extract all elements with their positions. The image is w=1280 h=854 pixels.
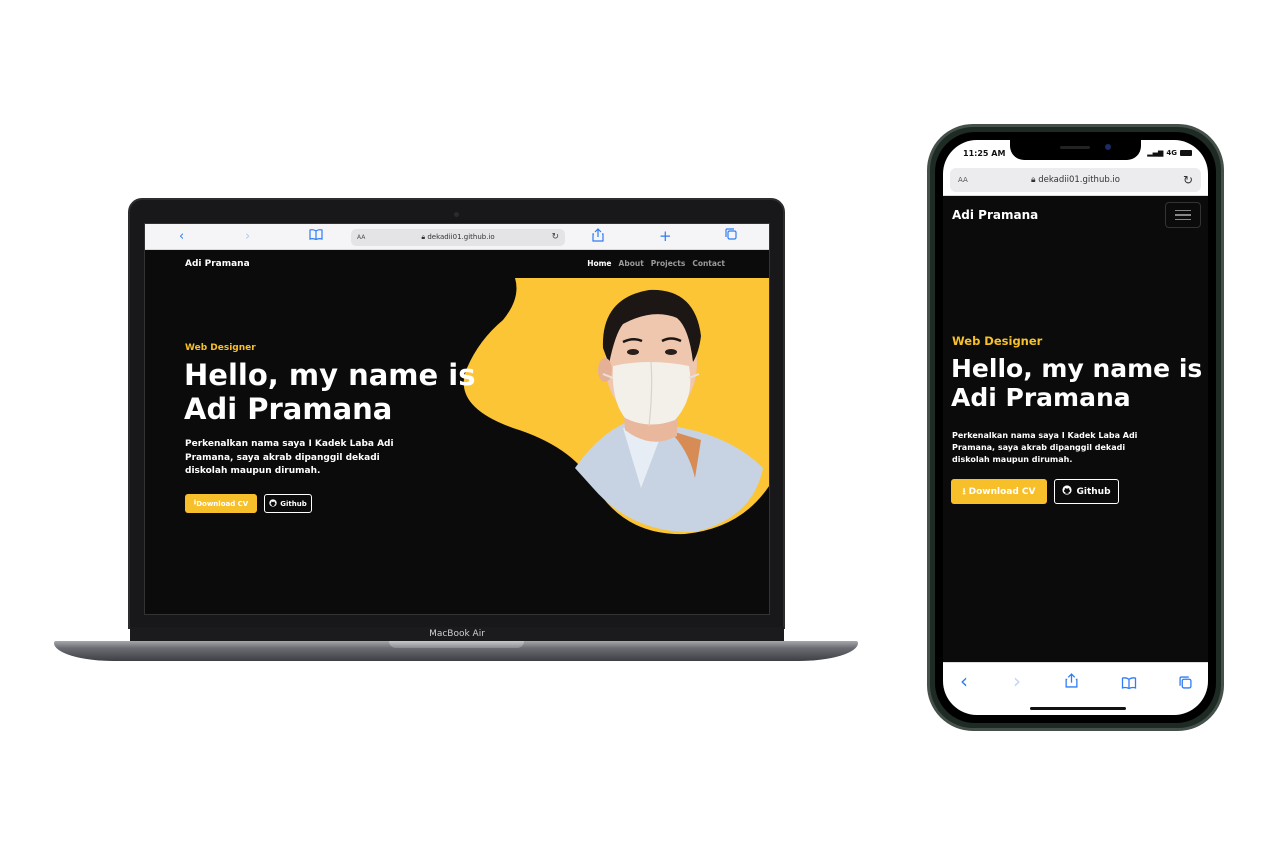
laptop-camera xyxy=(454,212,459,217)
site-brand[interactable]: Adi Pramana xyxy=(185,259,250,269)
back-icon[interactable]: ‹ xyxy=(179,228,184,246)
github-icon xyxy=(1062,485,1073,498)
laptop-screen: ‹ › AA 🔒︎ dekadii01.github.io ↻ + Adi Pr… xyxy=(144,223,770,615)
bookmarks-icon[interactable] xyxy=(1121,675,1137,693)
forward-icon[interactable]: › xyxy=(245,228,250,246)
signal-icon: ▂▄▆ xyxy=(1147,149,1164,157)
download-icon: ⭳ xyxy=(962,486,966,497)
network-label: 4G xyxy=(1166,149,1177,157)
hero-description-line3: diskolah maupun dirumah. xyxy=(185,466,321,476)
hero-description-line2: Pramana, saya akrab dipanggil dekadi xyxy=(952,443,1126,452)
hero-headline-line2: Adi Pramana xyxy=(184,391,393,426)
site-brand[interactable]: Adi Pramana xyxy=(952,208,1038,222)
phone-url-row: AA 🔒︎ dekadii01.github.io ↻ xyxy=(943,166,1208,196)
reload-icon[interactable]: ↻ xyxy=(551,229,559,246)
menu-bar xyxy=(1175,209,1191,212)
site-navbar: Adi Pramana Home About Projects Contact xyxy=(145,250,769,278)
hero-description-line3: diskolah maupun dirumah. xyxy=(952,455,1073,464)
phone-browser-bottom-bar: ‹ › xyxy=(943,662,1208,715)
nav-contact[interactable]: Contact xyxy=(692,259,725,268)
github-button[interactable]: Github xyxy=(264,494,312,513)
status-indicators: ▂▄▆ 4G xyxy=(1147,149,1192,157)
new-tab-icon[interactable]: + xyxy=(659,227,672,245)
back-icon[interactable]: ‹ xyxy=(960,669,968,693)
hero-description-line1: Perkenalkan nama saya I Kadek Laba Adi xyxy=(952,431,1138,440)
download-cv-button[interactable]: ⭳ Download CV xyxy=(951,479,1047,504)
reload-icon[interactable]: ↻ xyxy=(1183,168,1193,192)
nav-projects[interactable]: Projects xyxy=(651,259,686,268)
download-cv-label: Download CV xyxy=(968,486,1036,497)
nav-home[interactable]: Home xyxy=(587,259,611,268)
nav-about[interactable]: About xyxy=(619,259,644,268)
menu-bar xyxy=(1175,214,1191,216)
laptop-model-label: MacBook Air xyxy=(130,627,784,641)
laptop-hinge-notch xyxy=(389,641,524,648)
phone-notch xyxy=(1010,140,1141,160)
github-label: Github xyxy=(280,499,307,508)
phone-camera xyxy=(1105,144,1111,150)
forward-icon[interactable]: › xyxy=(1013,669,1021,693)
phone-speaker xyxy=(1060,146,1090,149)
lock-icon: 🔒︎ xyxy=(421,233,426,241)
laptop-url-bar[interactable]: AA 🔒︎ dekadii01.github.io ↻ xyxy=(351,229,565,246)
nav-links: Home About Projects Contact xyxy=(587,259,725,268)
battery-icon xyxy=(1180,150,1192,156)
url-value: dekadii01.github.io xyxy=(427,233,495,241)
hero-headline-line2: Adi Pramana xyxy=(951,383,1131,413)
tabs-icon[interactable] xyxy=(725,228,737,246)
tabs-icon[interactable] xyxy=(1179,675,1192,693)
phone-url-bar[interactable]: AA 🔒︎ dekadii01.github.io ↻ xyxy=(950,168,1201,192)
home-indicator[interactable] xyxy=(1030,707,1126,710)
share-icon[interactable] xyxy=(1065,673,1078,692)
hero-description: Perkenalkan nama saya I Kadek Laba Adi P… xyxy=(952,430,1137,466)
hero-headline-line1: Hello, my name is xyxy=(951,354,1203,383)
hero-portrait-blob xyxy=(463,278,769,535)
hero-headline: Hello, my name is Adi Pramana xyxy=(951,354,1202,413)
menu-bar xyxy=(1175,218,1191,221)
url-text: 🔒︎ dekadii01.github.io xyxy=(950,168,1201,192)
hero-tagline: Web Designer xyxy=(952,334,1043,348)
share-icon[interactable] xyxy=(592,228,604,248)
hero-tagline: Web Designer xyxy=(185,343,256,353)
phone-screen: 11:25 AM ▂▄▆ 4G AA 🔒︎ dekadii01.github.i… xyxy=(943,140,1208,715)
url-text: 🔒︎ dekadii01.github.io xyxy=(351,229,565,246)
github-icon xyxy=(269,498,277,509)
bookmarks-icon[interactable] xyxy=(309,228,323,246)
download-cv-button[interactable]: ⭳ Download CV xyxy=(185,494,257,513)
lock-icon: 🔒︎ xyxy=(1030,175,1036,185)
hero-description-line1: Perkenalkan nama saya I Kadek Laba Adi xyxy=(185,439,394,449)
hero-description: Perkenalkan nama saya I Kadek Laba Adi P… xyxy=(185,438,394,479)
hero-description-line2: Pramana, saya akrab dipanggil dekadi xyxy=(185,452,380,463)
download-cv-label: Download CV xyxy=(196,499,249,508)
hero-headline-line1: Hello, my name is xyxy=(184,358,476,392)
status-time: 11:25 AM xyxy=(963,149,1006,158)
github-button[interactable]: Github xyxy=(1054,479,1119,504)
hero-headline: Hello, my name is Adi Pramana xyxy=(184,358,476,427)
laptop-browser-toolbar: ‹ › AA 🔒︎ dekadii01.github.io ↻ + xyxy=(145,224,769,250)
url-value: dekadii01.github.io xyxy=(1038,175,1120,185)
github-label: Github xyxy=(1076,486,1111,497)
hamburger-menu-button[interactable] xyxy=(1165,202,1201,228)
